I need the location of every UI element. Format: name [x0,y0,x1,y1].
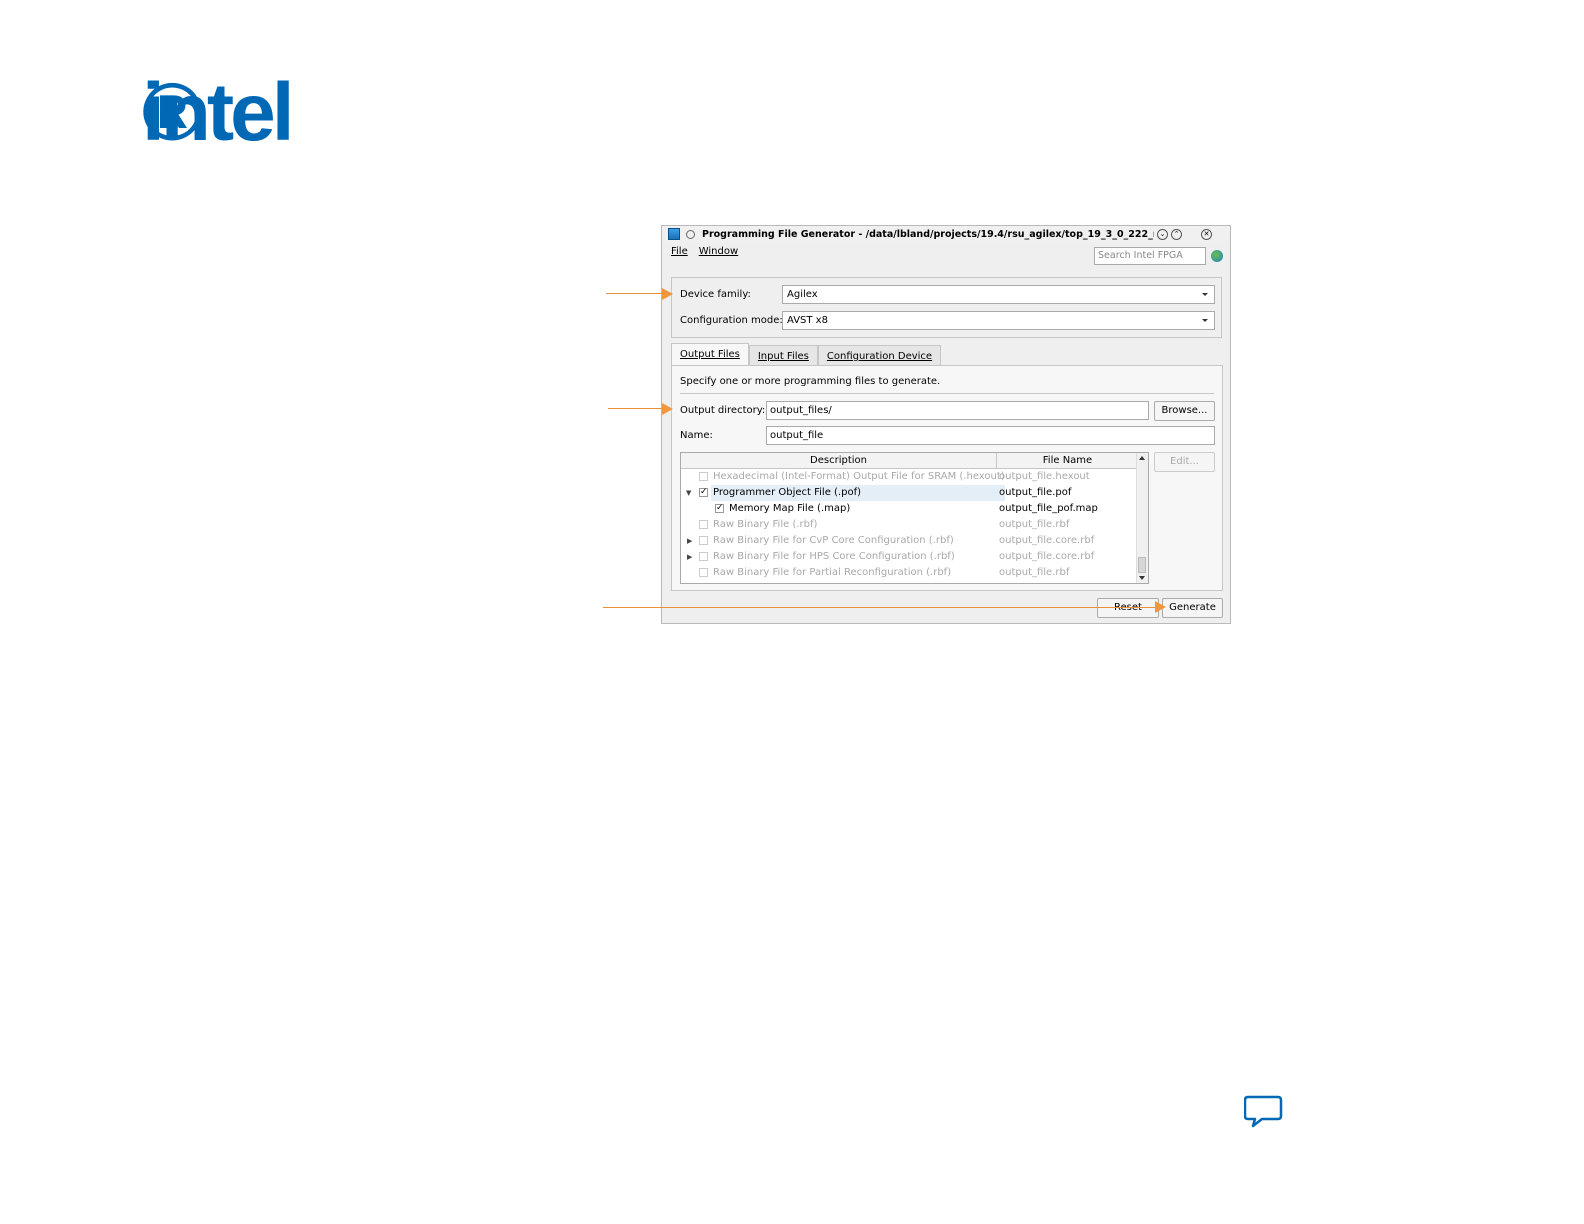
title-bar: Programming File Generator - /data/lblan… [662,226,1230,242]
name-input[interactable]: output_file [766,426,1215,445]
window-title: Programming File Generator - /data/lblan… [702,228,1154,240]
scroll-down-icon[interactable] [1139,576,1145,580]
output-files-table: Description File Name Hexadecimal (Intel… [680,452,1149,584]
tab-configuration-device[interactable]: Configuration Device [817,345,942,365]
instruction-text: Specify one or more programming files to… [680,376,941,387]
scroll-thumb[interactable] [1138,557,1146,573]
annotation-line [608,408,662,409]
annotation-arrow-icon [1155,601,1166,613]
feedback-chat-icon[interactable] [1243,1094,1284,1134]
divider [680,393,1214,394]
menu-bar: File Window [671,246,738,257]
logo-registered-mark: ® [142,67,202,158]
name-label: Name: [680,430,713,441]
table-row[interactable]: Raw Binary File (.rbf) output_file.rbf [681,517,1138,533]
configuration-mode-value: AVST x8 [787,315,828,326]
table-row[interactable]: Hexadecimal (Intel-Format) Output File f… [681,469,1138,485]
annotation-arrow-icon [662,403,673,415]
checkbox[interactable] [699,520,708,529]
device-family-select[interactable]: Agilex [782,285,1215,304]
menu-file[interactable]: File [671,246,688,257]
search-input[interactable]: Search Intel FPGA [1094,247,1206,265]
output-directory-label: Output directory: [680,405,766,416]
chevron-down-icon [1202,319,1208,322]
programming-file-generator-window: Programming File Generator - /data/lblan… [661,225,1231,624]
checkbox[interactable] [699,536,708,545]
browse-button[interactable]: Browse... [1154,401,1215,421]
app-icon [668,228,680,240]
table-row[interactable]: Raw Binary File for Partial Reconfigurat… [681,565,1138,581]
configuration-mode-select[interactable]: AVST x8 [782,311,1215,330]
generate-button[interactable]: Generate [1162,598,1223,618]
table-row[interactable]: ▼ ✓ Programmer Object File (.pof) output… [681,485,1138,501]
tab-output-files[interactable]: Output Files [671,343,749,365]
tab-bar: Output Files Input Files Configuration D… [671,343,942,365]
edit-button[interactable]: Edit... [1154,452,1215,472]
maximize-icon[interactable]: ⌃ [1171,228,1182,240]
checkbox[interactable]: ✓ [699,488,708,497]
device-settings-group: Device family: Agilex Configuration mode… [671,277,1222,338]
annotation-arrow-icon [662,288,673,300]
column-header-file-name[interactable]: File Name [997,453,1138,469]
expand-arrow-icon[interactable]: ▶ [687,533,692,549]
table-row[interactable]: ✓ Memory Map File (.map) output_file_pof… [681,501,1138,517]
annotation-line [603,607,1156,608]
expand-arrow-icon[interactable]: ▶ [687,549,692,565]
column-header-description[interactable]: Description [681,453,997,469]
device-family-label: Device family: [680,289,751,300]
checkbox[interactable] [699,472,708,481]
globe-icon[interactable] [1211,250,1223,262]
reset-button[interactable]: Reset [1097,598,1159,618]
device-family-value: Agilex [787,289,818,300]
checkbox[interactable]: ✓ [715,504,724,513]
menu-window[interactable]: Window [699,246,738,257]
checkbox[interactable] [699,568,708,577]
tab-input-files[interactable]: Input Files [748,345,818,365]
window-menu-icon[interactable] [686,229,695,239]
expand-arrow-icon[interactable]: ▼ [686,485,691,501]
minimize-icon[interactable]: ⌄ [1157,228,1168,240]
configuration-mode-label: Configuration mode: [680,315,783,326]
chevron-down-icon [1202,293,1208,296]
checkbox[interactable] [699,552,708,561]
output-files-panel: Specify one or more programming files to… [671,365,1223,591]
output-directory-input[interactable]: output_files/ [766,401,1149,420]
scroll-up-icon[interactable] [1139,456,1145,460]
table-row[interactable]: ▶ Raw Binary File for CvP Core Configura… [681,533,1138,549]
vertical-scrollbar[interactable] [1136,453,1148,583]
annotation-line [606,293,662,294]
close-icon[interactable]: ✕ [1201,228,1212,240]
table-row[interactable]: ▶ Raw Binary File for HPS Core Configura… [681,549,1138,565]
